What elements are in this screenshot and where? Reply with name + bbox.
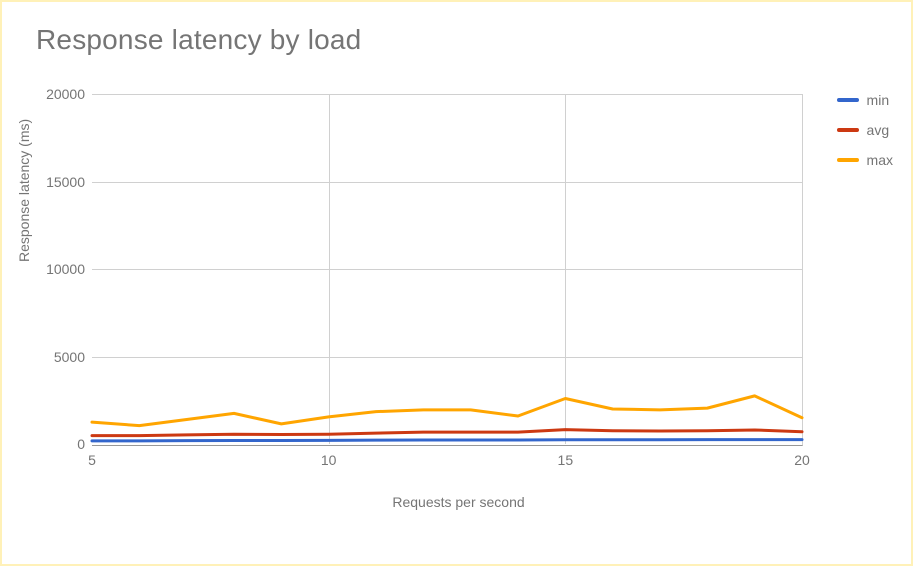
x-tick-label: 15 — [558, 452, 574, 468]
x-axis-label: Requests per second — [2, 494, 913, 510]
chart-card: Response latency by load Response latenc… — [0, 0, 913, 566]
legend-item-min[interactable]: min — [837, 92, 893, 108]
y-tick-label: 20000 — [25, 86, 85, 102]
series-line-avg — [92, 430, 802, 436]
legend-item-avg[interactable]: avg — [837, 122, 893, 138]
y-tick-label: 5000 — [25, 349, 85, 365]
legend-swatch-icon — [837, 128, 859, 132]
chart-title: Response latency by load — [36, 24, 361, 56]
legend-swatch-icon — [837, 98, 859, 102]
y-tick-label: 0 — [25, 436, 85, 452]
x-tick-label: 5 — [88, 452, 96, 468]
line-series-layer — [92, 94, 802, 444]
legend: min avg max — [837, 92, 893, 182]
x-tick-label: 10 — [321, 452, 337, 468]
y-tick-label: 10000 — [25, 261, 85, 277]
x-tick-label: 20 — [794, 452, 810, 468]
y-tick-label: 15000 — [25, 174, 85, 190]
legend-swatch-icon — [837, 158, 859, 162]
y-axis-label: Response latency (ms) — [16, 119, 32, 262]
legend-label: min — [867, 92, 890, 108]
legend-label: avg — [867, 122, 890, 138]
series-line-max — [92, 396, 802, 426]
legend-label: max — [867, 152, 893, 168]
series-line-min — [92, 440, 802, 441]
legend-item-max[interactable]: max — [837, 152, 893, 168]
